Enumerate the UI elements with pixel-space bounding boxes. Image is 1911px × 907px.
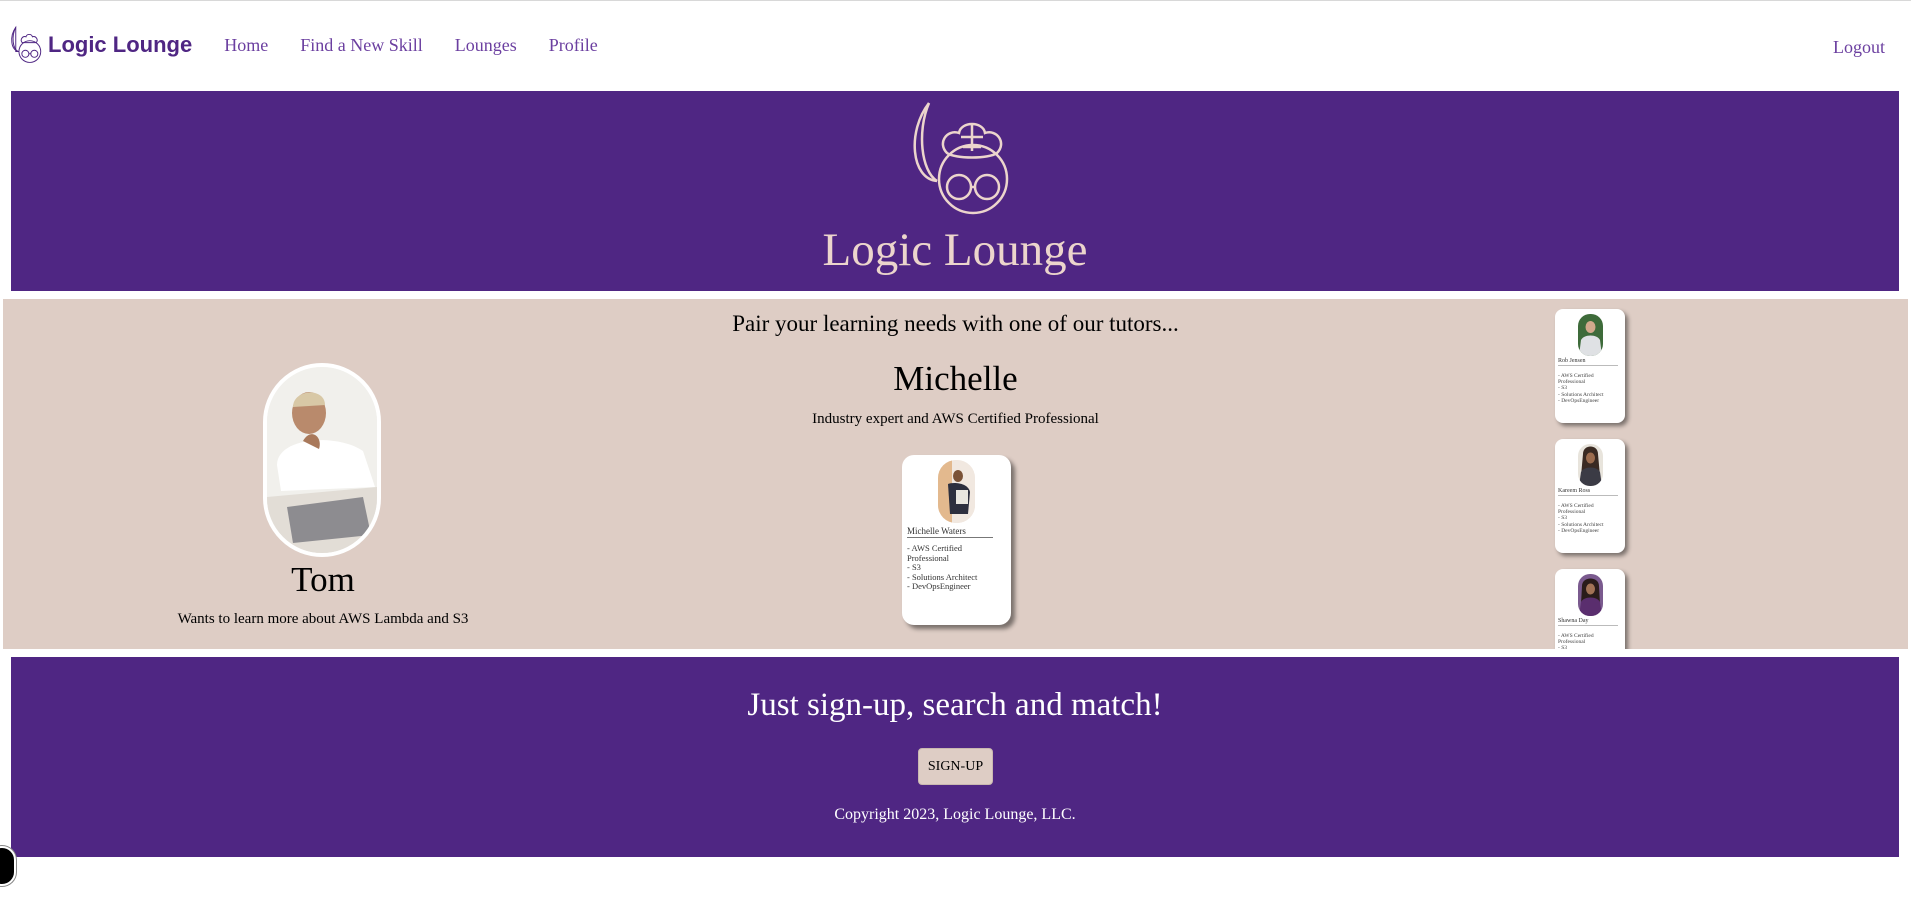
- nav-link-lounges[interactable]: Lounges: [455, 35, 517, 56]
- student-description: Wants to learn more about AWS Lambda and…: [177, 611, 469, 627]
- hero-title: Logic Lounge: [822, 224, 1088, 276]
- tutor-photo: [938, 460, 975, 523]
- side-tutor-name: Shawna Day: [1558, 618, 1618, 626]
- tutor-card[interactable]: Michelle Waters - AWS Certified Professi…: [902, 455, 1011, 625]
- brand[interactable]: Logic Lounge: [10, 25, 192, 65]
- brain-glasses-logo-icon: [913, 102, 1009, 215]
- side-tutor-skills: - AWS Certified Professional - S3 - Solu…: [1558, 503, 1604, 534]
- nav-link-home[interactable]: Home: [224, 35, 268, 56]
- navbar: Logic Lounge Home Find a New Skill Loung…: [0, 1, 1911, 89]
- side-tutor-card[interactable]: Kareem Ross - AWS Certified Professional…: [1555, 439, 1625, 553]
- side-tutor-photo: [1578, 574, 1603, 616]
- side-tutor-skills: - AWS Certified Professional - S3 - Solu…: [1558, 373, 1604, 404]
- brain-glasses-logo-icon: [11, 25, 42, 63]
- side-tutor-skills: - AWS Certified Professional - S3 - Solu…: [1558, 633, 1594, 649]
- signup-button[interactable]: SIGN-UP: [918, 748, 993, 785]
- side-tutor-photo: [1578, 314, 1603, 356]
- match-section: Pair your learning needs with one of our…: [3, 299, 1908, 649]
- nav-link-profile[interactable]: Profile: [549, 35, 598, 56]
- cta-heading: Just sign-up, search and match!: [747, 687, 1163, 723]
- signup-footer: Just sign-up, search and match! SIGN-UP …: [11, 657, 1899, 857]
- copyright-text: Copyright 2023, Logic Lounge, LLC.: [834, 806, 1076, 823]
- nav-links: Home Find a New Skill Lounges Profile: [206, 35, 612, 56]
- side-tutor-card[interactable]: Shawna Day - AWS Certified Professional …: [1555, 569, 1625, 649]
- tutor-card-name: Michelle Waters: [907, 526, 993, 538]
- student-name: Tom: [291, 560, 355, 599]
- brand-name[interactable]: Logic Lounge: [48, 32, 192, 58]
- side-tutor-name: Kareem Ross: [1558, 488, 1618, 496]
- floating-widget-button[interactable]: [0, 846, 16, 886]
- hero-banner: Logic Lounge: [11, 91, 1899, 291]
- side-tutor-card[interactable]: Rob Jensen - AWS Certified Professional …: [1555, 309, 1625, 423]
- logout-link[interactable]: Logout: [1833, 37, 1885, 58]
- side-tutor-photo: [1578, 444, 1603, 486]
- side-tutor-name: Rob Jensen: [1558, 358, 1618, 366]
- nav-link-find-skill[interactable]: Find a New Skill: [300, 35, 423, 56]
- tutor-card-skills: - AWS Certified Professional - S3 - Solu…: [907, 543, 978, 591]
